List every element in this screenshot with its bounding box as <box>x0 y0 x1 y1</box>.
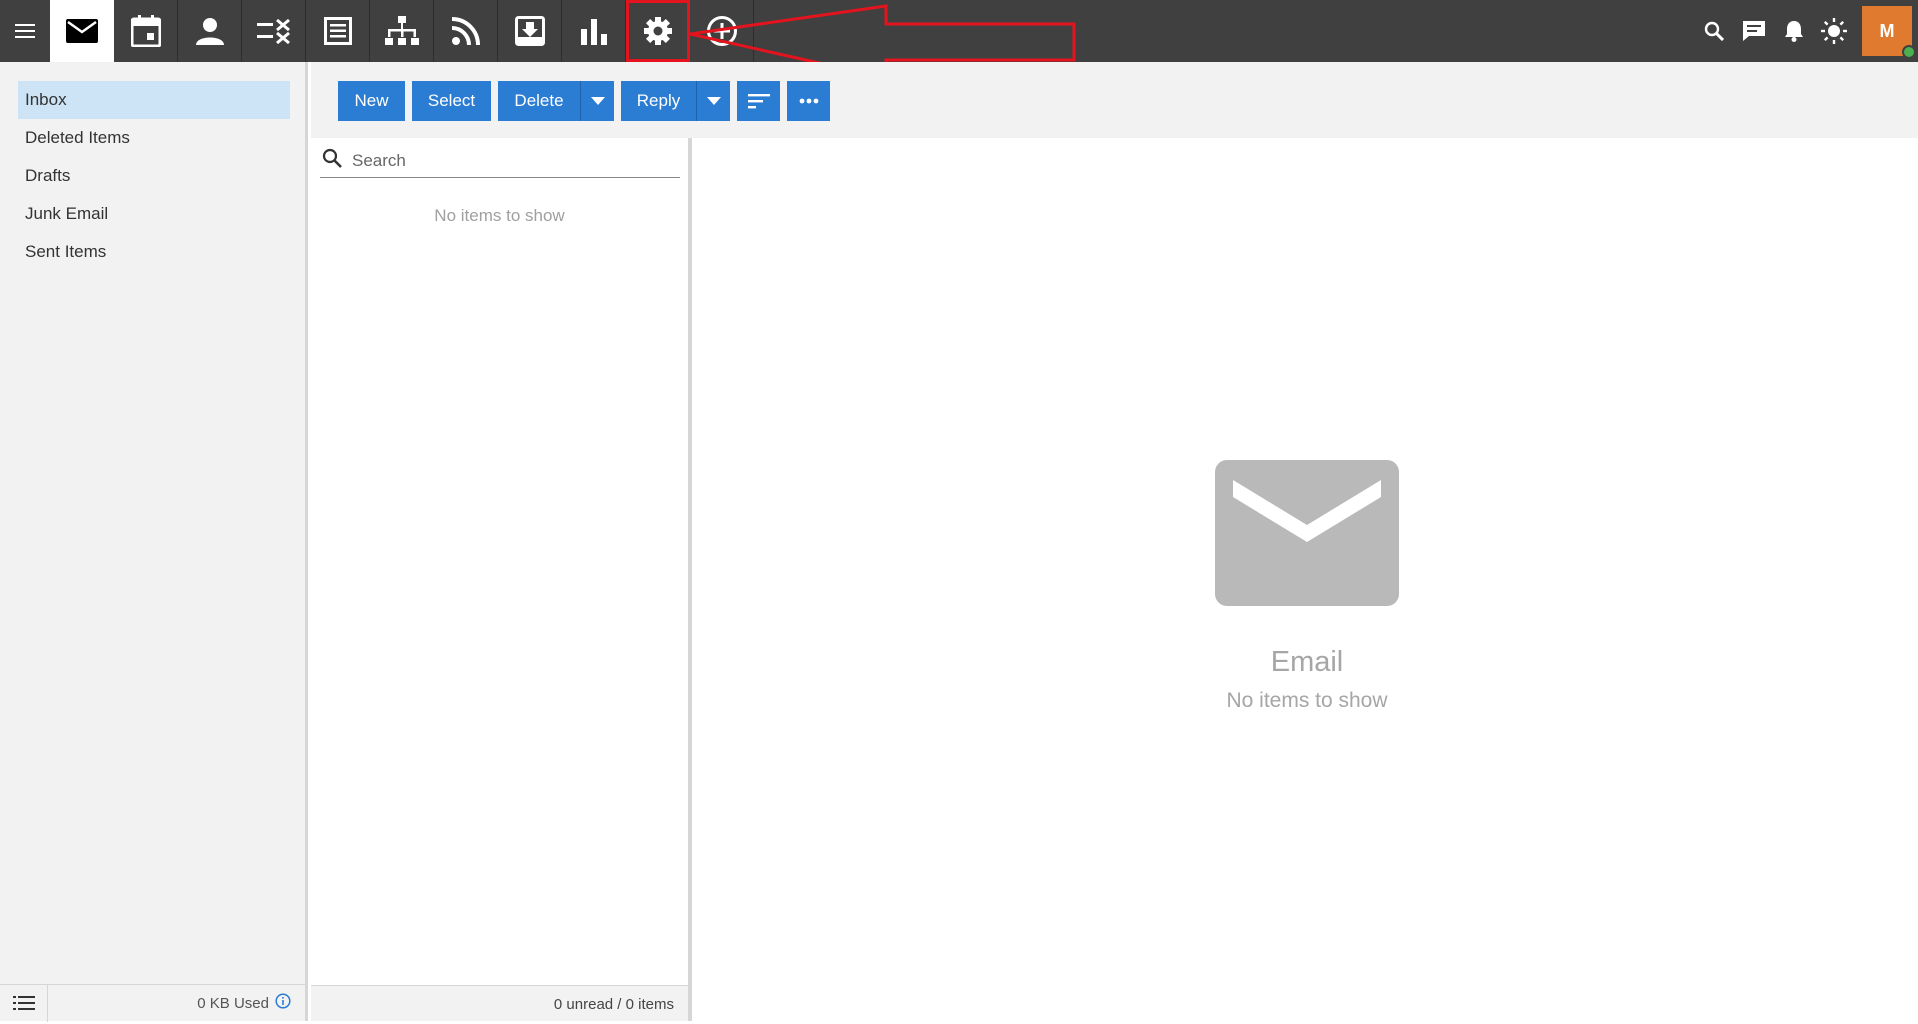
chevron-down-icon <box>706 97 721 105</box>
reply-button[interactable]: Reply <box>621 81 696 121</box>
chevron-down-icon <box>590 97 605 105</box>
reply-split-button: Reply <box>621 81 730 121</box>
folder-drafts[interactable]: Drafts <box>18 157 290 195</box>
chat-icon[interactable] <box>1734 0 1774 62</box>
more-icon <box>799 98 818 104</box>
contacts-icon[interactable] <box>178 0 242 62</box>
message-list-pane: No items to show 0 unread / 0 items <box>311 138 692 1021</box>
folder-junk-email[interactable]: Junk Email <box>18 195 290 233</box>
reading-pane: Email No items to show <box>696 138 1918 1021</box>
online-status-dot <box>1902 45 1916 59</box>
search-icon <box>322 148 342 173</box>
delete-button[interactable]: Delete <box>498 81 580 121</box>
search-input[interactable] <box>352 150 672 171</box>
empty-state: Email No items to show <box>696 460 1918 713</box>
email-placeholder-icon <box>1215 460 1399 606</box>
rss-icon[interactable] <box>434 0 498 62</box>
avatar[interactable]: M <box>1862 6 1916 59</box>
archive-icon[interactable] <box>498 0 562 62</box>
bell-icon[interactable] <box>1774 0 1814 62</box>
delete-split-button: Delete <box>498 81 614 121</box>
folder-sent-items[interactable]: Sent Items <box>18 233 290 271</box>
reports-icon[interactable] <box>562 0 626 62</box>
search-icon[interactable] <box>1694 0 1734 62</box>
search-box <box>320 144 680 178</box>
info-icon[interactable] <box>275 993 291 1013</box>
mail-icon[interactable] <box>50 0 114 62</box>
storage-usage-text: 0 KB Used <box>197 994 269 1012</box>
list-view-icon[interactable] <box>0 984 48 1022</box>
item-count-footer: 0 unread / 0 items <box>311 985 688 1021</box>
mail-toolbar: New Select Delete Reply <box>338 81 830 121</box>
settings-icon[interactable] <box>626 0 690 62</box>
app-switcher <box>50 0 754 62</box>
top-app-bar: M <box>0 0 1918 62</box>
folder-footer: 0 KB Used <box>0 984 305 1022</box>
hamburger-menu-icon[interactable] <box>0 0 50 62</box>
new-button[interactable]: New <box>338 81 405 121</box>
folder-list: Inbox Deleted Items Drafts Junk Email Se… <box>0 62 305 271</box>
folder-deleted-items[interactable]: Deleted Items <box>18 119 290 157</box>
reply-dropdown-button[interactable] <box>696 81 730 121</box>
empty-state-subtitle: No items to show <box>1226 689 1388 712</box>
folder-pane: Inbox Deleted Items Drafts Junk Email Se… <box>0 62 308 1022</box>
delete-dropdown-button[interactable] <box>580 81 614 121</box>
theme-sun-icon[interactable] <box>1814 0 1854 62</box>
calendar-icon[interactable] <box>114 0 178 62</box>
sort-button[interactable] <box>737 81 780 121</box>
storage-usage: 0 KB Used <box>48 993 305 1013</box>
add-circle-icon[interactable] <box>690 0 754 62</box>
more-options-button[interactable] <box>787 81 830 121</box>
tasks-icon[interactable] <box>242 0 306 62</box>
select-button[interactable]: Select <box>412 81 491 121</box>
avatar-initial: M <box>1879 20 1895 41</box>
notes-icon[interactable] <box>306 0 370 62</box>
toolbar-area: New Select Delete Reply <box>311 62 1918 138</box>
org-chart-icon[interactable] <box>370 0 434 62</box>
empty-state-title: Email <box>1270 646 1344 678</box>
sort-icon <box>747 94 770 109</box>
folder-inbox[interactable]: Inbox <box>18 81 290 119</box>
empty-list-message: No items to show <box>434 206 565 225</box>
header-actions: M <box>1694 0 1918 62</box>
